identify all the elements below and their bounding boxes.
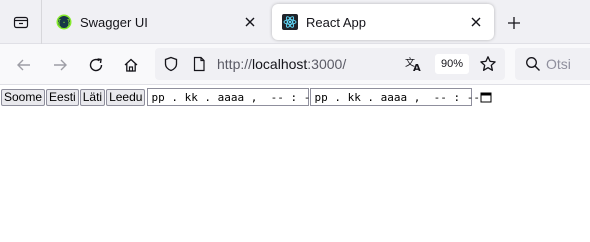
svg-text:{·}: {·}: [57, 18, 71, 27]
new-tab-button[interactable]: [503, 12, 525, 34]
close-tab-icon[interactable]: [242, 14, 258, 30]
back-button[interactable]: [11, 52, 37, 78]
url-scheme: http://: [217, 56, 253, 72]
reload-icon: [88, 57, 104, 73]
reload-button[interactable]: [83, 52, 109, 78]
url-host: localhost: [252, 56, 308, 72]
end-datetime-input[interactable]: pp . kk . aaaa , -- : --: [310, 88, 492, 106]
page-content: Soome Eesti Läti Leedu pp . kk . aaaa , …: [0, 85, 590, 242]
forward-button[interactable]: [47, 52, 73, 78]
calendar-icon[interactable]: [480, 91, 492, 103]
language-button-finnish[interactable]: Soome: [1, 88, 46, 106]
close-tab-icon[interactable]: [468, 14, 484, 30]
tab-swagger-ui[interactable]: {·} Swagger UI: [46, 4, 268, 40]
home-icon: [123, 57, 139, 73]
language-button-latvian[interactable]: Läti: [79, 88, 106, 106]
tab-strip: {·} Swagger UI React App: [0, 0, 590, 44]
address-bar[interactable]: http://localhost:3000/ 文 A 90%: [155, 48, 505, 80]
datetime-placeholder: pp . kk . aaaa , -- : --: [314, 90, 481, 104]
svg-text:A: A: [413, 63, 421, 72]
search-icon: [525, 56, 541, 72]
navigation-toolbar: http://localhost:3000/ 文 A 90% Otsi: [0, 44, 590, 85]
tab-overview-button[interactable]: [0, 0, 42, 44]
start-datetime-input[interactable]: pp . kk . aaaa , -- : --: [147, 88, 329, 106]
tab-react-app[interactable]: React App: [272, 4, 494, 40]
tab-title: React App: [306, 14, 366, 30]
swagger-icon: {·}: [56, 14, 72, 30]
url-text[interactable]: http://localhost:3000/: [217, 56, 346, 72]
controls-row: Soome Eesti Läti Leedu pp . kk . aaaa , …: [1, 88, 492, 106]
tab-title: Swagger UI: [80, 14, 148, 30]
shield-icon[interactable]: [163, 56, 179, 72]
forward-arrow-icon: [52, 57, 68, 73]
plus-icon: [507, 16, 521, 30]
language-button-estonian[interactable]: Eesti: [46, 88, 79, 106]
datetime-placeholder: pp . kk . aaaa , -- : --: [151, 90, 318, 104]
react-icon: [282, 14, 298, 30]
language-button-lithuanian[interactable]: Leedu: [106, 88, 146, 106]
translate-icon[interactable]: 文 A: [405, 56, 423, 72]
bookmark-star-icon[interactable]: [479, 55, 497, 73]
search-bar[interactable]: Otsi: [515, 48, 590, 80]
url-rest: :3000/: [307, 56, 347, 72]
back-arrow-icon: [16, 57, 32, 73]
search-placeholder: Otsi: [546, 56, 571, 72]
page-info-icon[interactable]: [191, 56, 207, 72]
zoom-level-badge[interactable]: 90%: [435, 54, 470, 74]
home-button[interactable]: [118, 52, 144, 78]
tab-list-icon: [13, 14, 29, 30]
